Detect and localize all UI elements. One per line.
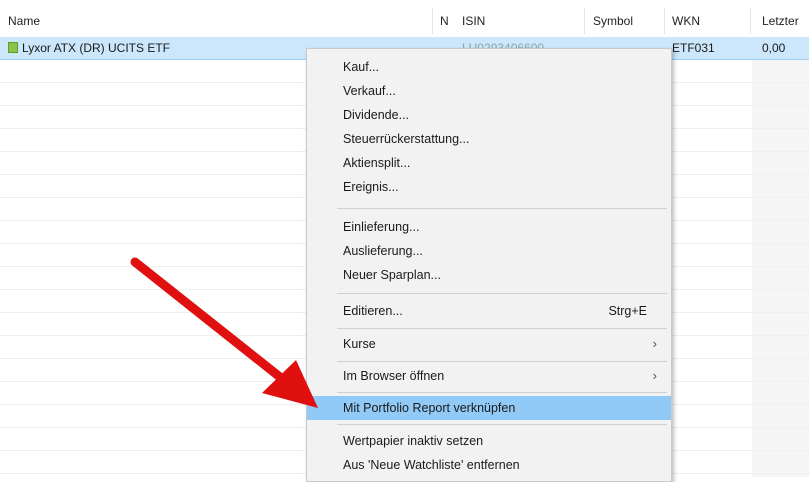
red-arrow-annotation <box>130 257 318 408</box>
